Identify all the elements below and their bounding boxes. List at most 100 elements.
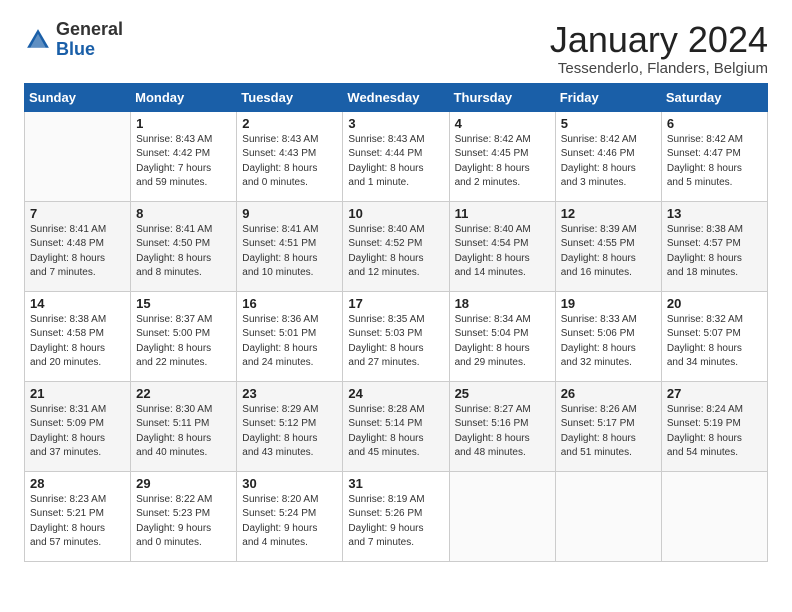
day-info: Sunrise: 8:35 AM Sunset: 5:03 PM Dayligh… bbox=[348, 313, 443, 371]
calendar-cell: 16 Sunrise: 8:36 AM Sunset: 5:01 PM Dayli… bbox=[237, 291, 343, 381]
calendar-cell bbox=[449, 471, 555, 561]
day-info: Sunrise: 8:41 AM Sunset: 4:51 PM Dayligh… bbox=[242, 223, 337, 281]
day-info: Sunrise: 8:34 AM Sunset: 5:04 PM Dayligh… bbox=[455, 313, 550, 371]
day-number: 13 bbox=[667, 206, 762, 221]
day-number: 6 bbox=[667, 116, 762, 131]
header-cell-monday: Monday bbox=[131, 83, 237, 111]
day-info: Sunrise: 8:29 AM Sunset: 5:12 PM Dayligh… bbox=[242, 403, 337, 461]
day-info: Sunrise: 8:41 AM Sunset: 4:50 PM Dayligh… bbox=[136, 223, 231, 281]
calendar-cell: 5 Sunrise: 8:42 AM Sunset: 4:46 PM Daylig… bbox=[555, 111, 661, 201]
calendar-cell: 18 Sunrise: 8:34 AM Sunset: 5:04 PM Dayli… bbox=[449, 291, 555, 381]
day-info: Sunrise: 8:38 AM Sunset: 4:57 PM Dayligh… bbox=[667, 223, 762, 281]
title-block: January 2024 Tessenderlo, Flanders, Belg… bbox=[550, 20, 768, 77]
day-info: Sunrise: 8:33 AM Sunset: 5:06 PM Dayligh… bbox=[561, 313, 656, 371]
day-number: 20 bbox=[667, 296, 762, 311]
calendar-page: General Blue January 2024 Tessenderlo, F… bbox=[0, 0, 792, 582]
day-number: 14 bbox=[30, 296, 125, 311]
day-number: 8 bbox=[136, 206, 231, 221]
header-cell-saturday: Saturday bbox=[661, 83, 767, 111]
calendar-cell: 19 Sunrise: 8:33 AM Sunset: 5:06 PM Dayli… bbox=[555, 291, 661, 381]
calendar-header: SundayMondayTuesdayWednesdayThursdayFrid… bbox=[25, 83, 768, 111]
day-number: 18 bbox=[455, 296, 550, 311]
day-info: Sunrise: 8:42 AM Sunset: 4:47 PM Dayligh… bbox=[667, 133, 762, 191]
day-info: Sunrise: 8:42 AM Sunset: 4:46 PM Dayligh… bbox=[561, 133, 656, 191]
calendar-cell: 9 Sunrise: 8:41 AM Sunset: 4:51 PM Daylig… bbox=[237, 201, 343, 291]
day-info: Sunrise: 8:39 AM Sunset: 4:55 PM Dayligh… bbox=[561, 223, 656, 281]
day-number: 2 bbox=[242, 116, 337, 131]
day-info: Sunrise: 8:38 AM Sunset: 4:58 PM Dayligh… bbox=[30, 313, 125, 371]
day-number: 29 bbox=[136, 476, 231, 491]
day-info: Sunrise: 8:43 AM Sunset: 4:44 PM Dayligh… bbox=[348, 133, 443, 191]
calendar-cell bbox=[555, 471, 661, 561]
calendar-week-4: 21Sunrise: 8:31 AM Sunset: 5:09 PM Dayli… bbox=[25, 381, 768, 471]
day-info: Sunrise: 8:32 AM Sunset: 5:07 PM Dayligh… bbox=[667, 313, 762, 371]
day-info: Sunrise: 8:19 AM Sunset: 5:26 PM Dayligh… bbox=[348, 493, 443, 551]
calendar-cell: 15 Sunrise: 8:37 AM Sunset: 5:00 PM Dayli… bbox=[131, 291, 237, 381]
day-number: 19 bbox=[561, 296, 656, 311]
day-number: 16 bbox=[242, 296, 337, 311]
day-info: Sunrise: 8:20 AM Sunset: 5:24 PM Dayligh… bbox=[242, 493, 337, 551]
calendar-cell: 7Sunrise: 8:41 AM Sunset: 4:48 PM Daylig… bbox=[25, 201, 131, 291]
header-cell-sunday: Sunday bbox=[25, 83, 131, 111]
calendar-cell: 25Sunrise: 8:27 AM Sunset: 5:16 PM Dayli… bbox=[449, 381, 555, 471]
day-number: 12 bbox=[561, 206, 656, 221]
day-number: 1 bbox=[136, 116, 231, 131]
day-number: 3 bbox=[348, 116, 443, 131]
calendar-cell: 24 Sunrise: 8:28 AM Sunset: 5:14 PM Dayli… bbox=[343, 381, 449, 471]
calendar-cell: 2 Sunrise: 8:43 AM Sunset: 4:43 PM Daylig… bbox=[237, 111, 343, 201]
day-number: 5 bbox=[561, 116, 656, 131]
day-number: 31 bbox=[348, 476, 443, 491]
day-info: Sunrise: 8:24 AM Sunset: 5:19 PM Dayligh… bbox=[667, 403, 762, 461]
day-number: 7 bbox=[30, 206, 125, 221]
day-number: 26 bbox=[561, 386, 656, 401]
day-info: Sunrise: 8:43 AM Sunset: 4:42 PM Dayligh… bbox=[136, 133, 231, 191]
day-number: 11 bbox=[455, 206, 550, 221]
header-cell-thursday: Thursday bbox=[449, 83, 555, 111]
day-number: 24 bbox=[348, 386, 443, 401]
calendar-cell: 26 Sunrise: 8:26 AM Sunset: 5:17 PM Dayli… bbox=[555, 381, 661, 471]
day-info: Sunrise: 8:40 AM Sunset: 4:52 PM Dayligh… bbox=[348, 223, 443, 281]
calendar-week-3: 14 Sunrise: 8:38 AM Sunset: 4:58 PM Dayli… bbox=[25, 291, 768, 381]
page-header: General Blue January 2024 Tessenderlo, F… bbox=[24, 20, 768, 77]
logo: General Blue bbox=[24, 20, 123, 60]
calendar-week-2: 7Sunrise: 8:41 AM Sunset: 4:48 PM Daylig… bbox=[25, 201, 768, 291]
calendar-cell bbox=[661, 471, 767, 561]
day-number: 23 bbox=[242, 386, 337, 401]
calendar-week-1: 1 Sunrise: 8:43 AM Sunset: 4:42 PM Daylig… bbox=[25, 111, 768, 201]
calendar-cell: 14 Sunrise: 8:38 AM Sunset: 4:58 PM Dayli… bbox=[25, 291, 131, 381]
day-info: Sunrise: 8:36 AM Sunset: 5:01 PM Dayligh… bbox=[242, 313, 337, 371]
day-number: 17 bbox=[348, 296, 443, 311]
calendar-cell: 21Sunrise: 8:31 AM Sunset: 5:09 PM Dayli… bbox=[25, 381, 131, 471]
calendar-cell: 17 Sunrise: 8:35 AM Sunset: 5:03 PM Dayli… bbox=[343, 291, 449, 381]
day-info: Sunrise: 8:28 AM Sunset: 5:14 PM Dayligh… bbox=[348, 403, 443, 461]
calendar-cell: 31 Sunrise: 8:19 AM Sunset: 5:26 PM Dayli… bbox=[343, 471, 449, 561]
day-number: 9 bbox=[242, 206, 337, 221]
logo-text: General Blue bbox=[56, 20, 123, 60]
day-info: Sunrise: 8:40 AM Sunset: 4:54 PM Dayligh… bbox=[455, 223, 550, 281]
day-number: 28 bbox=[30, 476, 125, 491]
header-row: SundayMondayTuesdayWednesdayThursdayFrid… bbox=[25, 83, 768, 111]
calendar-cell: 10 Sunrise: 8:40 AM Sunset: 4:52 PM Dayli… bbox=[343, 201, 449, 291]
header-cell-tuesday: Tuesday bbox=[237, 83, 343, 111]
day-number: 27 bbox=[667, 386, 762, 401]
calendar-cell: 4 Sunrise: 8:42 AM Sunset: 4:45 PM Daylig… bbox=[449, 111, 555, 201]
day-info: Sunrise: 8:37 AM Sunset: 5:00 PM Dayligh… bbox=[136, 313, 231, 371]
calendar-cell: 3 Sunrise: 8:43 AM Sunset: 4:44 PM Daylig… bbox=[343, 111, 449, 201]
calendar-cell: 12 Sunrise: 8:39 AM Sunset: 4:55 PM Dayli… bbox=[555, 201, 661, 291]
calendar-cell: 30 Sunrise: 8:20 AM Sunset: 5:24 PM Dayli… bbox=[237, 471, 343, 561]
calendar-body: 1 Sunrise: 8:43 AM Sunset: 4:42 PM Daylig… bbox=[25, 111, 768, 561]
header-cell-wednesday: Wednesday bbox=[343, 83, 449, 111]
calendar-cell: 29Sunrise: 8:22 AM Sunset: 5:23 PM Dayli… bbox=[131, 471, 237, 561]
day-number: 4 bbox=[455, 116, 550, 131]
day-number: 10 bbox=[348, 206, 443, 221]
header-cell-friday: Friday bbox=[555, 83, 661, 111]
day-info: Sunrise: 8:43 AM Sunset: 4:43 PM Dayligh… bbox=[242, 133, 337, 191]
day-number: 15 bbox=[136, 296, 231, 311]
day-number: 21 bbox=[30, 386, 125, 401]
day-info: Sunrise: 8:26 AM Sunset: 5:17 PM Dayligh… bbox=[561, 403, 656, 461]
calendar-cell: 13 Sunrise: 8:38 AM Sunset: 4:57 PM Dayli… bbox=[661, 201, 767, 291]
day-number: 30 bbox=[242, 476, 337, 491]
day-number: 25 bbox=[455, 386, 550, 401]
day-info: Sunrise: 8:42 AM Sunset: 4:45 PM Dayligh… bbox=[455, 133, 550, 191]
calendar-cell: 23 Sunrise: 8:29 AM Sunset: 5:12 PM Dayli… bbox=[237, 381, 343, 471]
